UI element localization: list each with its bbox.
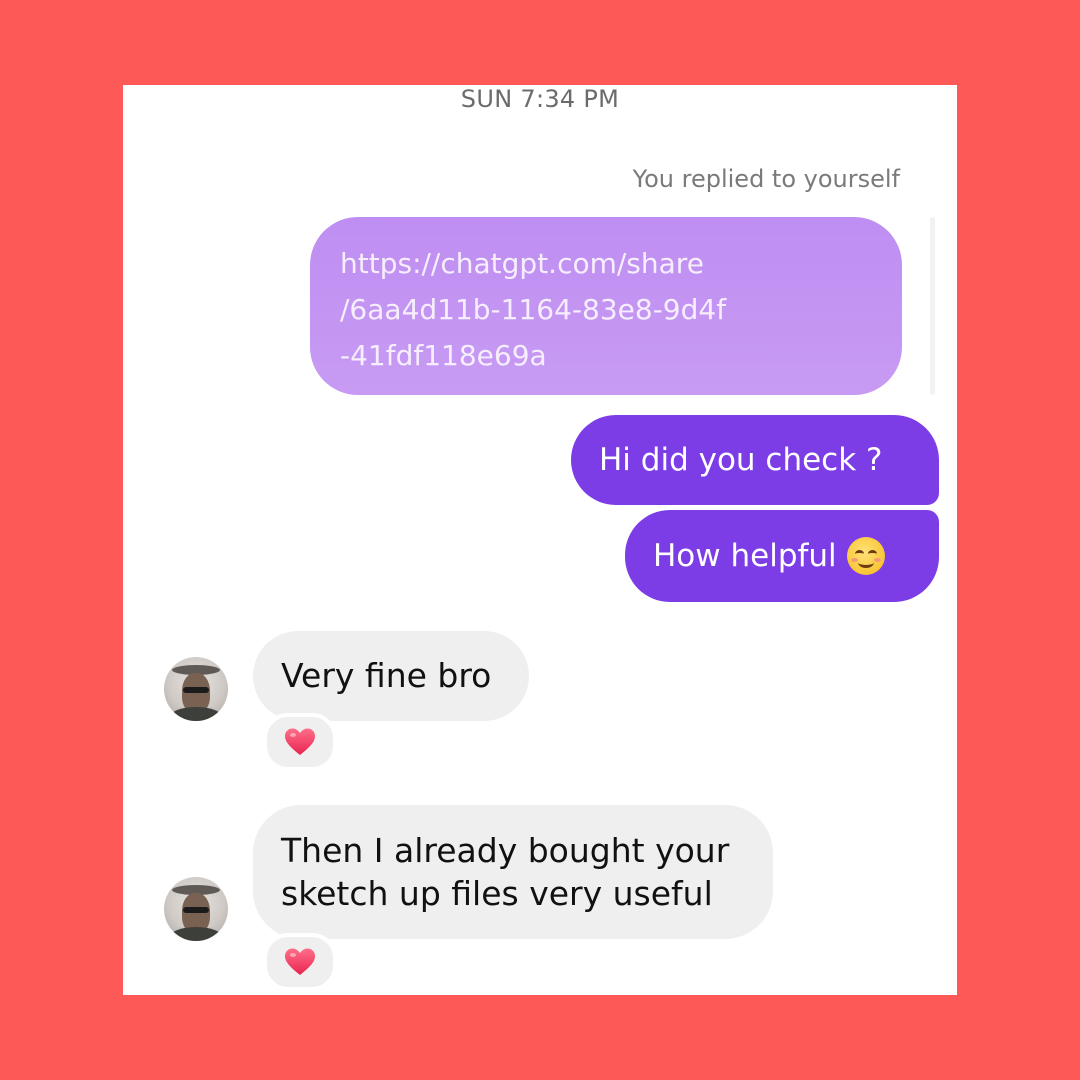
outgoing-message[interactable]: How helpful (625, 510, 939, 602)
message-text: Very fine bro (281, 656, 492, 695)
heart-icon (285, 728, 315, 755)
reply-preview-scrollbar[interactable] (930, 217, 935, 395)
message-timestamp: SUN 7:34 PM (460, 85, 620, 113)
link-line: /6aa4d11b-1164-83e8-9d4f (340, 293, 727, 326)
message-text: Hi did you check ? (599, 442, 883, 478)
reply-note: You replied to yourself (632, 165, 900, 193)
outgoing-message[interactable]: Hi did you check ? (571, 415, 939, 505)
incoming-message[interactable]: Then I already bought your sketch up fil… (253, 805, 773, 939)
heart-icon (285, 948, 315, 975)
incoming-message[interactable]: Very fine bro (253, 631, 529, 721)
smiling-face-icon (846, 537, 885, 575)
link-line: https://chatgpt.com/share (340, 247, 704, 280)
reaction-badge[interactable] (263, 933, 337, 991)
link-line: -41fdf118e69a (340, 339, 547, 372)
avatar[interactable] (164, 657, 228, 721)
shared-link-bubble[interactable]: https://chatgpt.com/share /6aa4d11b-1164… (310, 217, 902, 395)
message-line: Then I already bought your (281, 831, 730, 870)
message-line: sketch up files very useful (281, 874, 713, 913)
reaction-badge[interactable] (263, 713, 337, 771)
chat-screen: SUN 7:34 PM You replied to yourself http… (123, 85, 957, 995)
message-text: How helpful (653, 538, 837, 574)
avatar[interactable] (164, 877, 228, 941)
